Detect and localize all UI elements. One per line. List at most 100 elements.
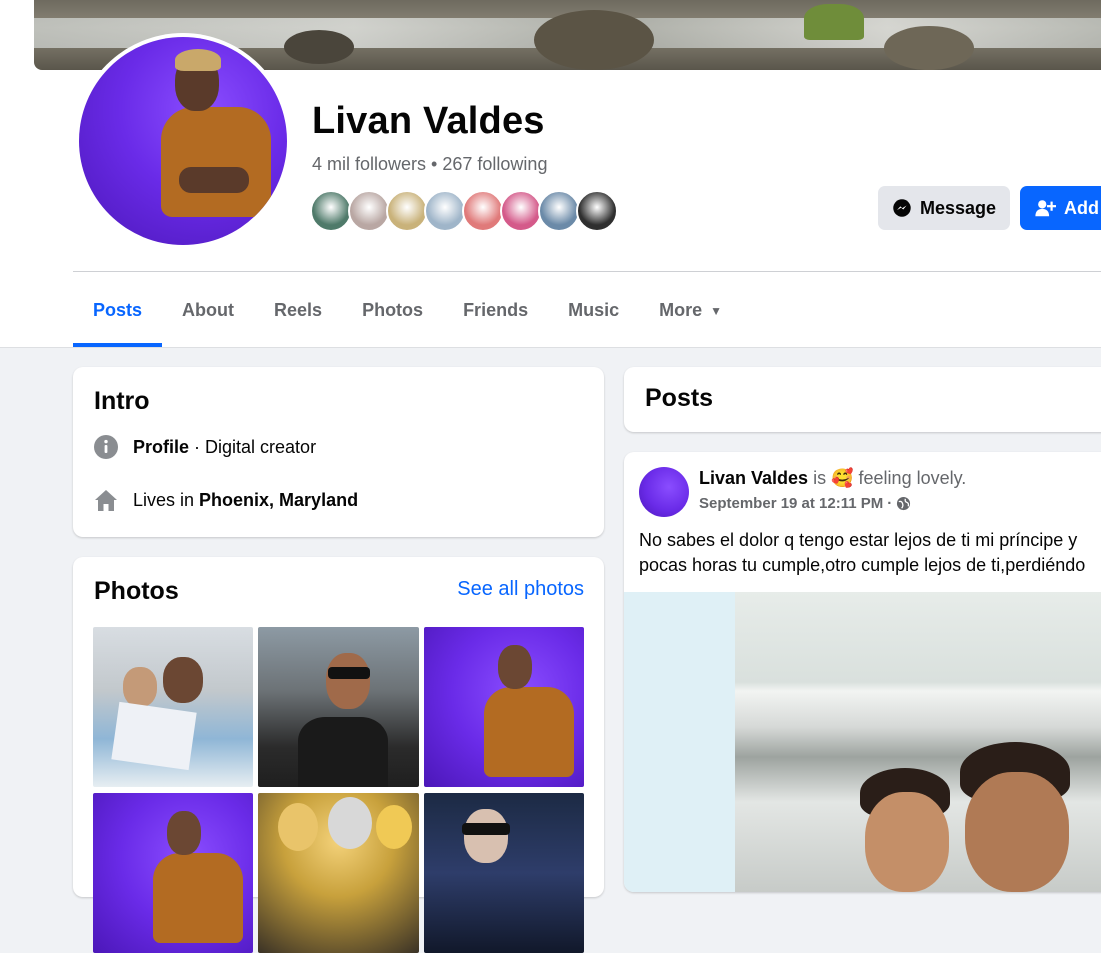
post-author-avatar[interactable] (639, 467, 689, 517)
profile-picture-image (79, 37, 287, 245)
photo-face (326, 653, 370, 709)
profile-header: Livan Valdes 4 mil followers • 267 follo… (0, 0, 1101, 348)
home-icon (93, 487, 119, 513)
tab-photos[interactable]: Photos (342, 274, 443, 347)
mutual-friend-avatars (310, 190, 618, 232)
post-author-name[interactable]: Livan Valdes (699, 468, 808, 488)
photo-thumbnail[interactable] (258, 793, 419, 953)
tab-music[interactable]: Music (548, 274, 639, 347)
cover-rock (884, 26, 974, 70)
tab-reels[interactable]: Reels (254, 274, 342, 347)
photo-face (123, 667, 157, 707)
following-link[interactable]: 267 following (442, 154, 547, 174)
tab-posts[interactable]: Posts (73, 274, 163, 347)
message-button-label: Message (919, 197, 996, 218)
tab-posts-label: Posts (93, 300, 143, 320)
post-image[interactable] (624, 592, 1101, 892)
post-meta: September 19 at 12:11 PM · (699, 495, 911, 512)
tab-about[interactable]: About (162, 274, 254, 347)
post-is-text: is (813, 468, 827, 488)
photo-face (965, 772, 1069, 892)
photo-shirt (153, 853, 243, 943)
follow-separator: • (431, 154, 438, 174)
intro-lives-prefix: Lives in (133, 489, 195, 510)
photos-card: Photos See all photos (73, 557, 604, 953)
intro-lives-row: Lives in Phoenix, Maryland (93, 487, 358, 513)
photo-face (464, 809, 508, 863)
tab-photos-label: Photos (362, 300, 424, 320)
message-button[interactable]: Message (878, 186, 1010, 230)
tab-more[interactable]: More ▼ (639, 274, 742, 347)
add-friend-button[interactable]: Add (1020, 186, 1101, 230)
post-text-line: pocas horas tu cumple,otro cumple lejos … (639, 555, 1086, 575)
photo-thumbnail[interactable] (424, 627, 584, 787)
photo-shirt (484, 687, 574, 777)
photo-balloon (376, 805, 412, 849)
intro-profile-row: Profile · Digital creator (93, 434, 316, 460)
intro-profile-separator: · (194, 436, 201, 457)
add-friend-button-label: Add (1064, 197, 1099, 218)
posts-title: Posts (645, 384, 714, 412)
profile-picture-hair (175, 49, 221, 71)
friend-avatar[interactable] (348, 190, 390, 232)
photo-face (163, 657, 203, 703)
profile-picture[interactable] (75, 33, 291, 249)
photos-title: Photos (94, 577, 179, 605)
messenger-icon (893, 199, 911, 217)
post-text: No sabes el dolor q tengo estar lejos de… (639, 528, 1101, 578)
cover-rock (534, 10, 654, 70)
profile-picture-arm (179, 167, 249, 193)
friend-avatar[interactable] (424, 190, 466, 232)
header-divider (73, 271, 1101, 272)
friend-avatar[interactable] (538, 190, 580, 232)
photo-balloon (278, 803, 318, 851)
photo-face (498, 645, 532, 689)
cover-grass (804, 4, 864, 40)
posts-header-card: Posts (624, 367, 1101, 432)
friend-avatar[interactable] (500, 190, 542, 232)
photo-face (167, 811, 201, 855)
tab-reels-label: Reels (274, 300, 323, 320)
post-timestamp[interactable]: September 19 at 12:11 PM (699, 495, 883, 512)
cover-rock (284, 30, 354, 64)
profile-tabs: Posts About Reels Photos Friends Music M… (73, 274, 742, 347)
tab-music-label: Music (568, 300, 620, 320)
friend-avatar[interactable] (310, 190, 352, 232)
info-icon (93, 434, 119, 460)
post-image-photo (735, 592, 1101, 892)
post-feeling-text: feeling lovely. (858, 468, 967, 488)
intro-lives-place[interactable]: Phoenix, Maryland (199, 490, 358, 511)
feeling-emoji-icon: 🥰 (831, 468, 854, 488)
photo-shirt (298, 717, 388, 787)
photo-thumbnail[interactable] (93, 627, 253, 787)
caret-down-icon: ▼ (710, 303, 722, 318)
photo-grid (93, 627, 584, 953)
post-author-line: Livan Valdes is 🥰 feeling lovely. (699, 468, 966, 489)
intro-profile-value: Digital creator (205, 436, 317, 457)
friend-avatar[interactable] (386, 190, 428, 232)
see-all-photos-link[interactable]: See all photos (457, 578, 584, 601)
friend-avatar[interactable] (462, 190, 504, 232)
tab-friends[interactable]: Friends (443, 274, 548, 347)
post-card: Livan Valdes is 🥰 feeling lovely. Septem… (624, 452, 1101, 892)
intro-profile-label: Profile (133, 436, 190, 457)
friend-avatar[interactable] (576, 190, 618, 232)
follow-counts: 4 mil followers • 267 following (312, 154, 547, 175)
add-friend-icon (1035, 200, 1056, 217)
tab-more-label: More (659, 300, 703, 320)
photo-sunglasses (328, 667, 370, 679)
photo-balloon (328, 797, 372, 849)
profile-picture-shirt (161, 107, 271, 217)
intro-card: Intro Profile · Digital creator Lives in… (73, 367, 604, 537)
tab-friends-label: Friends (463, 300, 529, 320)
photo-thumbnail[interactable] (424, 793, 584, 953)
profile-name: Livan Valdes (312, 100, 545, 142)
followers-link[interactable]: 4 mil followers (312, 154, 426, 174)
photo-thumbnail[interactable] (258, 627, 419, 787)
photo-sign (111, 701, 197, 771)
intro-title: Intro (94, 387, 150, 415)
photo-thumbnail[interactable] (93, 793, 253, 953)
tab-about-label: About (182, 300, 235, 320)
photo-face (865, 792, 949, 892)
globe-icon (897, 496, 911, 511)
